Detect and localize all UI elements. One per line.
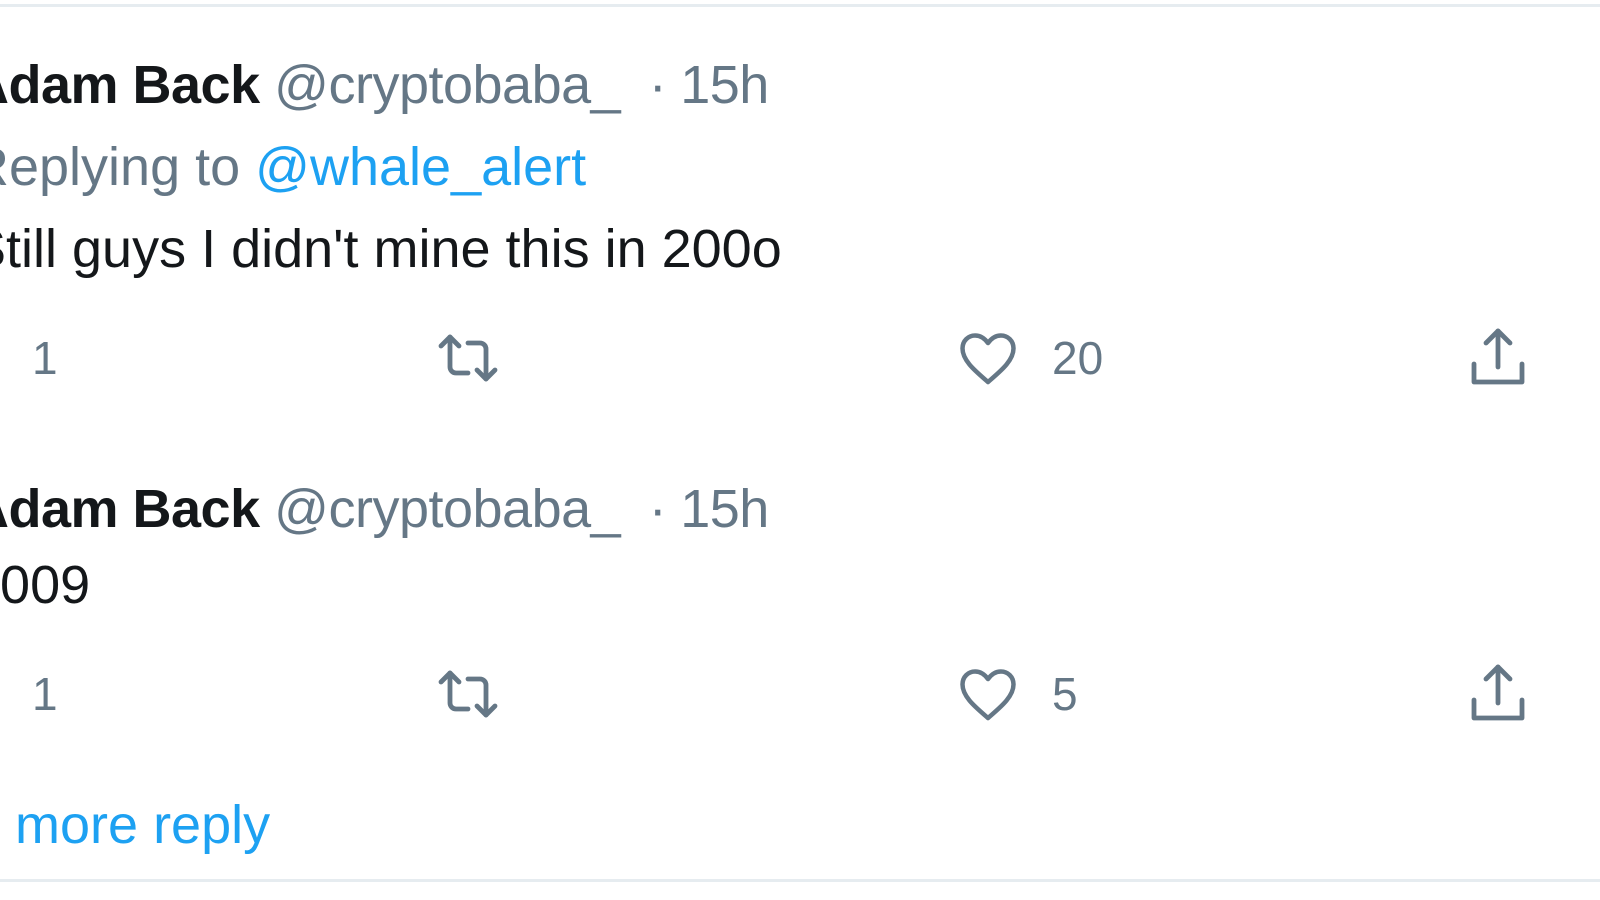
like-button[interactable]: 5 bbox=[952, 654, 1078, 734]
separator-dot: · bbox=[648, 55, 667, 115]
reply-button[interactable]: 1 bbox=[0, 318, 58, 398]
retweet-icon bbox=[438, 670, 498, 718]
share-icon bbox=[1471, 664, 1525, 721]
display-name[interactable]: Adam Back bbox=[0, 479, 260, 539]
user-handle[interactable]: @cryptobaba_ bbox=[274, 55, 621, 115]
like-count: 20 bbox=[1052, 332, 1104, 384]
bottom-divider bbox=[0, 879, 1600, 882]
tweet-header: Adam Back @cryptobaba_ ·15h bbox=[0, 474, 769, 544]
heart-icon bbox=[960, 333, 1016, 385]
timestamp[interactable]: 15h bbox=[680, 479, 769, 539]
mention-link[interactable]: @whale_alert bbox=[255, 137, 586, 197]
tweet-text: Still guys I didn't mine this in 200o bbox=[0, 219, 782, 279]
tweet-text: 2009 bbox=[0, 555, 91, 615]
separator-dot: · bbox=[648, 479, 667, 539]
timestamp[interactable]: 15h bbox=[680, 55, 769, 115]
retweet-icon bbox=[438, 334, 498, 382]
top-divider bbox=[0, 4, 1600, 7]
replying-to: Replying to @whale_alert bbox=[0, 132, 586, 202]
reply-button[interactable]: 1 bbox=[0, 654, 58, 734]
heart-icon bbox=[960, 669, 1016, 721]
show-more-replies-link[interactable]: 1 more reply bbox=[0, 790, 270, 860]
share-icon bbox=[1471, 328, 1525, 385]
share-button[interactable] bbox=[1462, 318, 1534, 398]
tweet-thread: Adam Back @cryptobaba_ ·15h Replying to … bbox=[0, 0, 1600, 900]
reply-count: 1 bbox=[32, 332, 58, 384]
like-count: 5 bbox=[1052, 668, 1078, 720]
display-name[interactable]: Adam Back bbox=[0, 55, 260, 115]
user-handle[interactable]: @cryptobaba_ bbox=[274, 479, 621, 539]
tweet-actions: 1 5 bbox=[0, 654, 1600, 734]
tweet-actions: 1 20 bbox=[0, 318, 1600, 398]
like-button[interactable]: 20 bbox=[952, 318, 1103, 398]
share-button[interactable] bbox=[1462, 654, 1534, 734]
replying-to-prefix: Replying to bbox=[0, 137, 241, 197]
retweet-button[interactable] bbox=[432, 318, 532, 398]
reply-count: 1 bbox=[32, 668, 58, 720]
tweet-header: Adam Back @cryptobaba_ ·15h bbox=[0, 50, 769, 120]
retweet-button[interactable] bbox=[432, 654, 532, 734]
